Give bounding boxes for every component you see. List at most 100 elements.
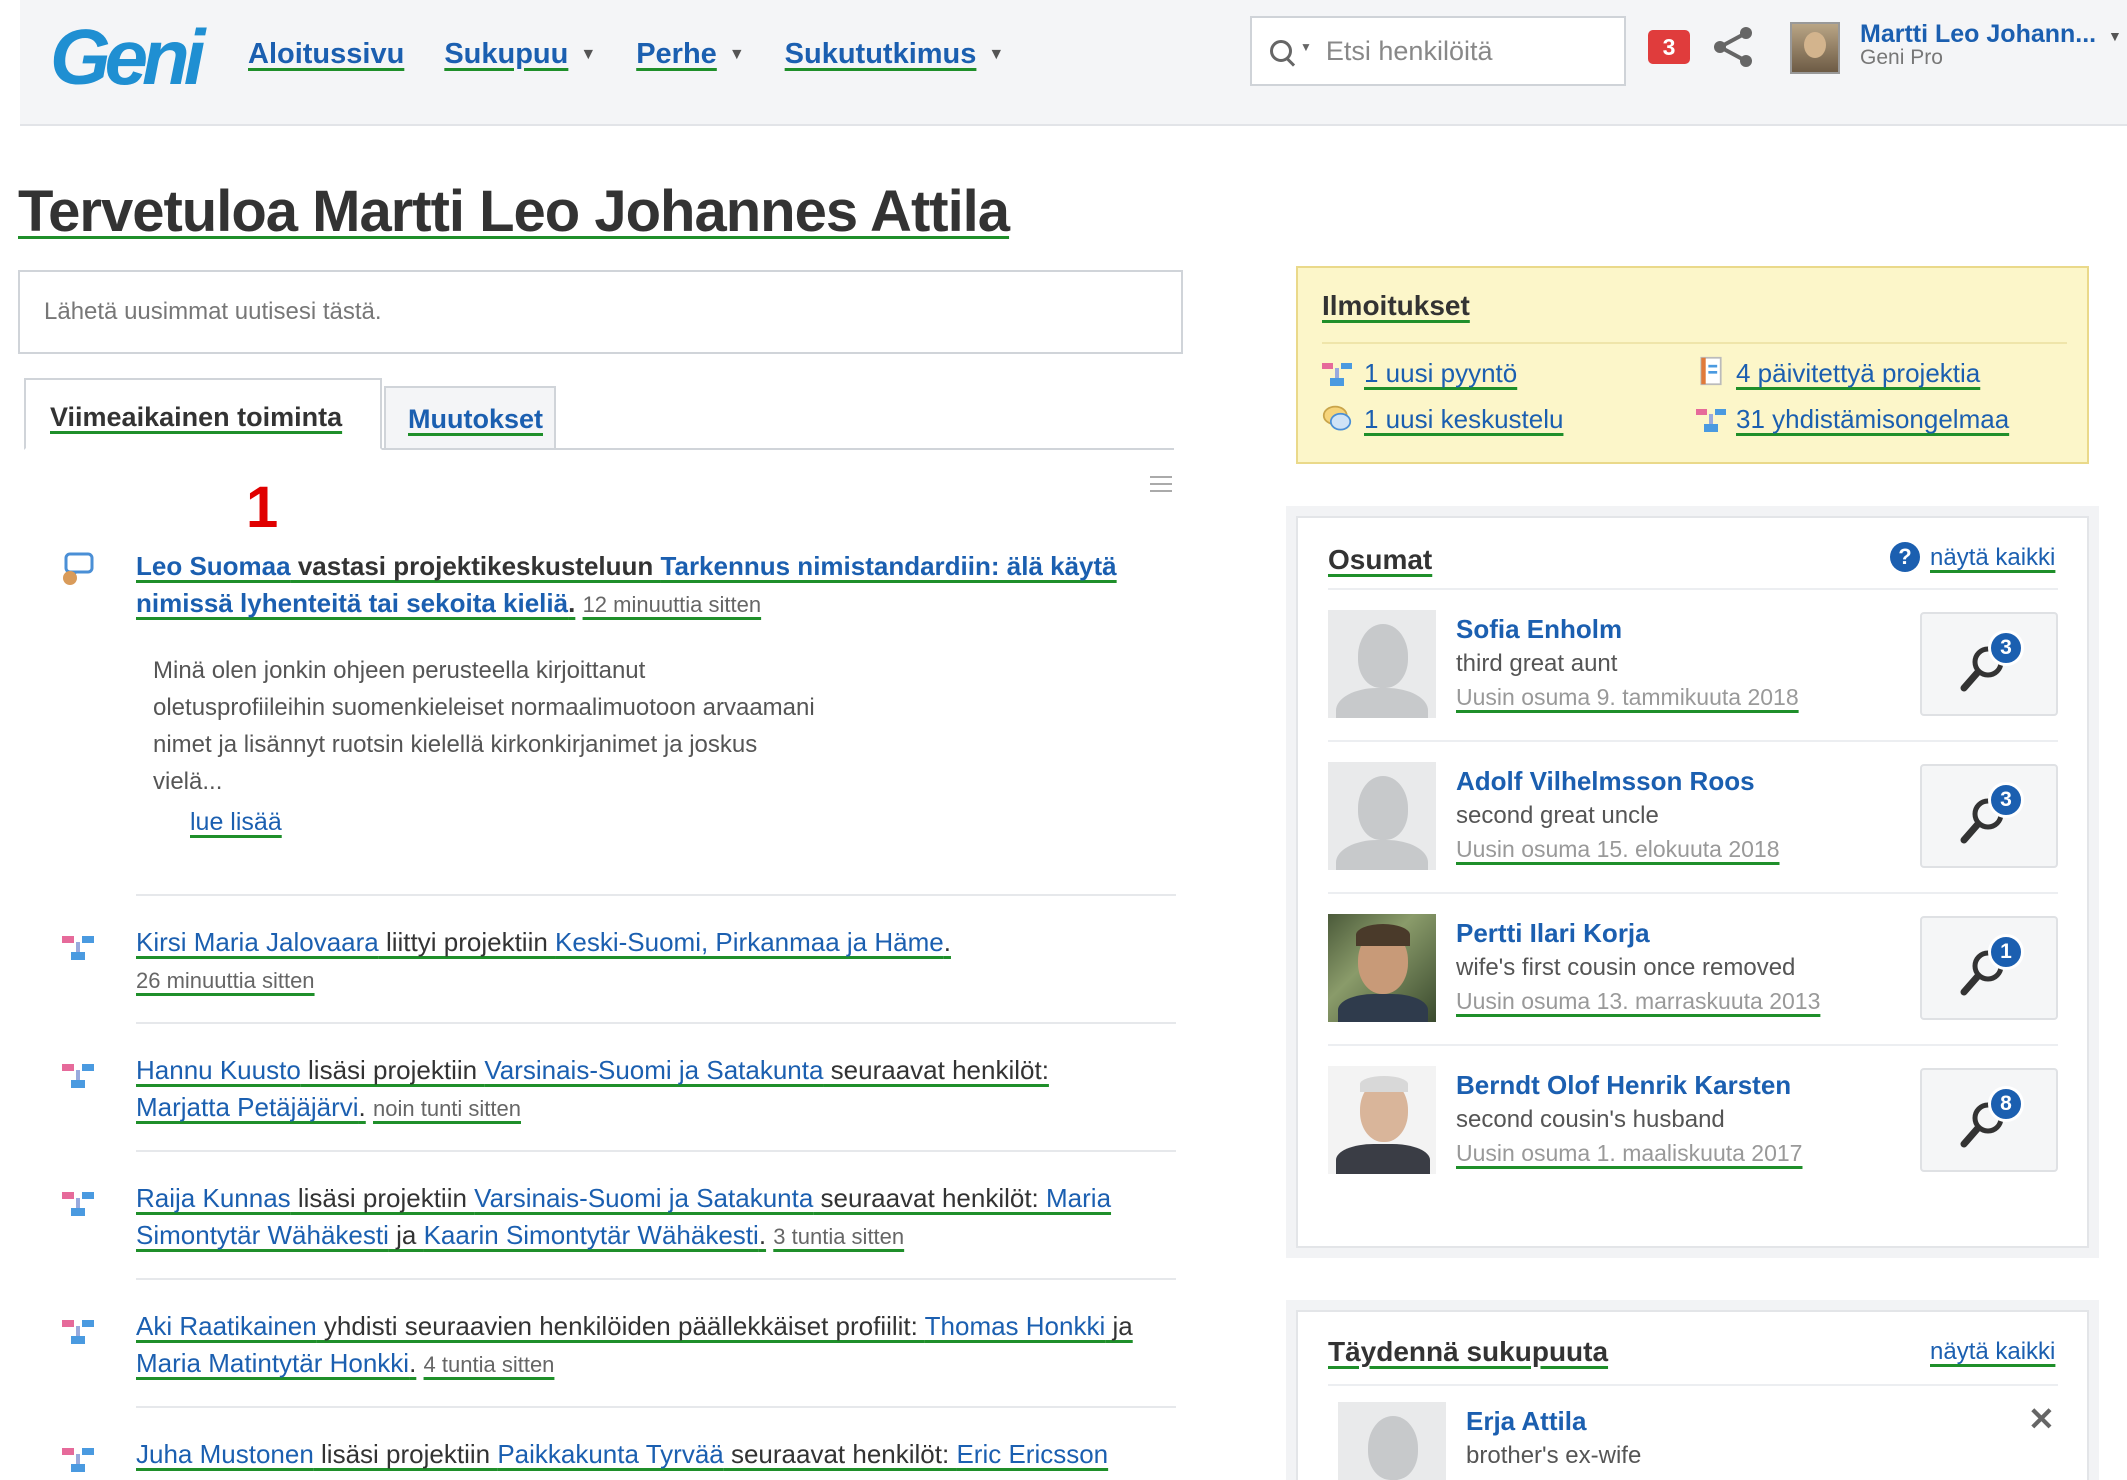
profile-silhouette[interactable] [1328,762,1436,870]
person-link[interactable]: Thomas Honkki [925,1311,1106,1341]
nav-family[interactable]: Perhe ▼ [636,38,744,71]
feed-item: Hannu Kuusto lisäsi projektiin Varsinais… [60,1052,1180,1132]
discussion-icon [63,552,94,585]
suggestion-relation: brother's ex-wife [1466,1442,1642,1469]
chat-bubble-icon [1322,405,1352,431]
tab-changes[interactable]: Muutokset [384,386,556,450]
notifications-title: Ilmoitukset [1322,290,1470,321]
profile-photo[interactable] [1328,914,1436,1022]
feed-divider [136,1150,1176,1152]
search-placeholder[interactable]: Etsi henkilöitä [1326,36,1493,67]
suggestion-name-link[interactable]: Erja Attila [1466,1406,1586,1437]
matches-card: Osumat ? näytä kaikki Sofia Enholm third… [1296,516,2089,1248]
notification-badge[interactable]: 3 [1648,30,1690,64]
discussion-excerpt: Minä olen jonkin ohjeen perusteella kirj… [153,657,815,795]
matches-title: Osumat [1328,544,1433,575]
timestamp: 12 minuuttia sitten [582,592,762,617]
match-count-badge: 3 [1988,782,2024,818]
project-tree-icon [62,1320,94,1344]
discussion-link[interactable]: nimissä lyhenteitä tai sekoita kieliä [136,588,568,618]
person-link[interactable]: Simontytär Wähäkesti [136,1220,389,1250]
updated-projects-link[interactable]: 4 päivitettyä projektia [1736,358,1980,389]
project-link[interactable]: Varsinais-Suomi ja Satakunta [484,1055,823,1085]
project-tree-icon [62,1064,94,1088]
person-link[interactable]: Eric Ericsson [956,1439,1108,1469]
match-date: Uusin osuma 1. maaliskuuta 2017 [1456,1140,1803,1166]
match-count-badge: 8 [1988,1086,2024,1122]
main-nav: Aloitussivu Sukupuu ▼ Perhe ▼ Sukututkimus… [248,38,1044,71]
user-name[interactable]: Martti Leo Johann... [1860,20,2096,49]
profile-silhouette[interactable] [1328,610,1436,718]
feed-text: Juha Mustonen lisäsi projektiin Paikkaku… [136,1439,1109,1469]
actor-link[interactable]: Leo Suomaa [136,551,291,581]
match-relation: third great aunt [1456,650,1618,677]
match-name-link[interactable]: Sofia Enholm [1456,614,1622,645]
feed-menu-icon[interactable] [1150,476,1172,492]
discussion-link[interactable]: Tarkennus nimistandardiin: älä käytä [661,551,1117,581]
tree-icon [1696,409,1726,432]
view-matches-button[interactable]: 3 [1920,612,2058,716]
search-input[interactable]: ▼ Etsi henkilöitä [1250,16,1626,86]
match-row: Adolf Vilhelmsson Roos second great uncl… [1328,740,2058,892]
feed-text: Raija Kunnas lisäsi projektiin Varsinais… [136,1183,1112,1250]
user-subscription: Geni Pro [1860,46,1943,69]
person-link[interactable]: Maria Matintytär Honkki [136,1348,409,1378]
view-matches-button[interactable]: 8 [1920,1068,2058,1172]
project-tree-icon [62,1448,94,1472]
match-name-link[interactable]: Pertti Ilari Korja [1456,918,1650,949]
new-request-link[interactable]: 1 uusi pyyntö [1364,358,1517,389]
show-all-matches-link[interactable]: näytä kaikki [1930,544,2055,572]
actor-link[interactable]: Raija Kunnas [136,1183,291,1213]
actor-link[interactable]: Aki Raatikainen [136,1311,317,1341]
match-date: Uusin osuma 13. marraskuuta 2013 [1456,988,1821,1014]
nav-genealogy[interactable]: Sukututkimus ▼ [785,38,1005,71]
match-relation: wife's first cousin once removed [1456,954,1796,981]
search-icon[interactable] [1270,40,1292,62]
view-matches-button[interactable]: 1 [1920,916,2058,1020]
feed-text: Hannu Kuusto lisäsi projektiin Varsinais… [136,1055,1049,1122]
timestamp: noin tunti sitten [373,1096,521,1121]
view-matches-button[interactable]: 3 [1920,764,2058,868]
nav-home[interactable]: Aloitussivu [248,38,404,71]
share-icon[interactable] [1710,24,1756,70]
chevron-down-icon[interactable]: ▼ [729,46,745,64]
geni-logo[interactable]: Geni [50,12,205,103]
match-name-link[interactable]: Berndt Olof Henrik Karsten [1456,1070,1791,1101]
profile-silhouette[interactable] [1338,1402,1446,1480]
actor-link[interactable]: Hannu Kuusto [136,1055,301,1085]
profile-photo[interactable] [1328,1066,1436,1174]
news-post-input[interactable]: Lähetä uusimmat uutisesi tästä. [18,270,1183,354]
search-options-caret-icon[interactable]: ▼ [1300,40,1312,54]
person-link[interactable]: Kaarin Simontytär Wähäkesti [424,1220,759,1250]
merge-issues-link[interactable]: 31 yhdistämisongelmaa [1736,404,2009,435]
actor-link[interactable]: Kirsi Maria Jalovaara [136,927,379,957]
feed-text: Leo Suomaa vastasi projektikeskusteluun … [136,551,1117,618]
show-all-suggestions-link[interactable]: näytä kaikki [1930,1338,2055,1366]
match-row: Berndt Olof Henrik Karsten second cousin… [1328,1044,2058,1196]
user-avatar[interactable] [1790,22,1840,74]
timestamp: 3 tuntia sitten [773,1224,905,1249]
project-link[interactable]: Keski-Suomi, Pirkanmaa ja Häme [555,927,944,957]
match-name-link[interactable]: Adolf Vilhelmsson Roos [1456,766,1755,797]
complete-tree-card: Täydennä sukupuuta näytä kaikki Erja Att… [1296,1310,2089,1480]
match-row: Sofia Enholm third great aunt Uusin osum… [1328,588,2058,740]
feed-divider [136,1022,1176,1024]
feed-item: Leo Suomaa vastasi projektikeskusteluun … [60,548,1180,648]
actor-link[interactable]: Juha Mustonen [136,1439,314,1469]
timestamp: 4 tuntia sitten [423,1352,555,1377]
chevron-down-icon[interactable]: ▼ [988,46,1004,64]
chevron-down-icon[interactable]: ▼ [580,46,596,64]
close-icon[interactable]: ✕ [2028,1400,2055,1438]
match-date: Uusin osuma 9. tammikuuta 2018 [1456,684,1799,710]
project-link[interactable]: Paikkakunta Tyrvää [497,1439,723,1469]
user-menu-caret-icon[interactable]: ▼ [2108,28,2122,44]
project-link[interactable]: Varsinais-Suomi ja Satakunta [474,1183,813,1213]
read-more-link[interactable]: lue lisää [190,808,282,837]
match-row: Pertti Ilari Korja wife's first cousin o… [1328,892,2058,1044]
help-icon[interactable]: ? [1890,542,1920,572]
new-discussion-link[interactable]: 1 uusi keskustelu [1364,404,1563,435]
person-link[interactable]: Maria [1046,1183,1111,1213]
tab-recent-activity[interactable]: Viimeaikainen toiminta [24,378,382,450]
person-link[interactable]: Marjatta Petäjäjärvi [136,1092,359,1122]
nav-family-tree[interactable]: Sukupuu ▼ [444,38,596,71]
